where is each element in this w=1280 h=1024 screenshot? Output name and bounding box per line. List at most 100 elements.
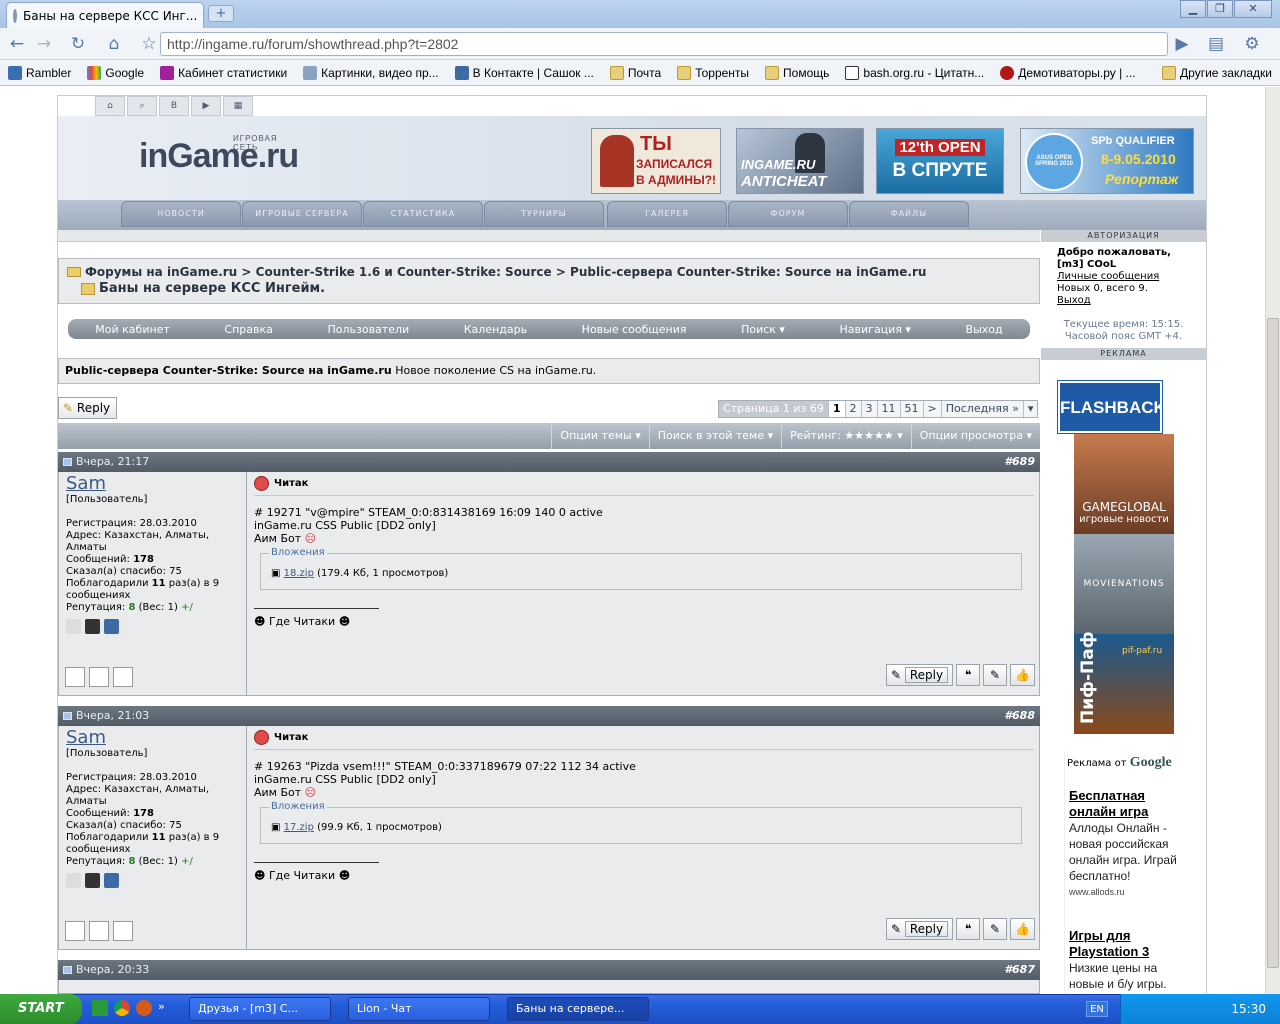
bookmark-google[interactable]: Google (79, 65, 152, 80)
rating-menu[interactable]: Рейтинг: ★★★★★ ▾ (781, 423, 911, 449)
bookmark-demotivators[interactable]: Демотиваторы.ру | ... (992, 65, 1143, 80)
reply-button[interactable]: ✎ Reply (58, 397, 117, 419)
banner-12th-open[interactable]: 12'th OPEN В СПРУТЕ (876, 128, 1004, 194)
report-icon[interactable] (89, 667, 109, 687)
edit-button[interactable]: ✎ (983, 918, 1008, 940)
bookmark-vkontakte[interactable]: В Контакте | Сашок ... (447, 65, 602, 80)
username[interactable]: Sam (66, 729, 239, 747)
star-icon[interactable]: ☆ (137, 33, 161, 55)
flag-icon[interactable] (113, 667, 133, 687)
current-user[interactable]: [m3] COoL (1057, 259, 1190, 271)
post-reply-button[interactable]: ✎ Reply (885, 664, 954, 686)
xfire-icon[interactable] (66, 619, 81, 634)
bookmark-help[interactable]: Помощь (757, 65, 837, 80)
nav-game-servers[interactable]: ИГРОВЫЕ СЕРВЕРА (242, 201, 362, 227)
menu-new-posts[interactable]: Новые сообщения (582, 323, 687, 336)
page-jump-icon[interactable]: ▾ (1022, 401, 1038, 417)
page-menu-icon[interactable]: ▤ (1204, 33, 1228, 55)
bookmark-rambler[interactable]: Rambler (0, 65, 79, 80)
bookmark-stats[interactable]: Кабинет статистики (152, 65, 295, 80)
page-2[interactable]: 2 (844, 401, 861, 417)
flag-icon[interactable] (113, 921, 133, 941)
banner-anticheat[interactable]: INGAME.RU ANTICHEAT (736, 128, 864, 194)
minimize-button[interactable]: ▁ (1180, 0, 1206, 18)
reload-icon[interactable]: ↻ (66, 33, 90, 55)
view-options-menu[interactable]: Опции просмотра ▾ (910, 423, 1040, 449)
network-icon[interactable] (65, 921, 85, 941)
page-last[interactable]: Последняя » (940, 401, 1023, 417)
pm-link[interactable]: Личные сообщения (1057, 271, 1190, 283)
logout-link[interactable]: Выход (1057, 295, 1190, 307)
language-indicator[interactable]: EN (1086, 1001, 1108, 1017)
nav-files[interactable]: ФАЙЛЫ (849, 201, 969, 227)
edit-button[interactable]: ✎ (983, 664, 1008, 686)
banner-admins[interactable]: ТЫ ЗАПИСАЛСЯ В АДМИНЫ?! (591, 128, 721, 194)
go-icon[interactable]: ▶ (1170, 33, 1194, 55)
flashback-ad[interactable]: FLASHBACK (1057, 380, 1166, 434)
home-icon[interactable]: ⌂ (102, 33, 126, 55)
breadcrumb-path[interactable]: Форумы на inGame.ru > Counter-Strike 1.6… (85, 265, 926, 279)
thread-options-menu[interactable]: Опции темы ▾ (551, 423, 648, 449)
report-icon[interactable] (89, 921, 109, 941)
thanks-button[interactable]: 👍 (1010, 664, 1035, 686)
pifpaf-ad[interactable]: Пиф-Паф pif-paf.ru (1074, 631, 1174, 734)
steam-icon[interactable] (85, 619, 100, 634)
vkontakte-icon[interactable] (104, 873, 119, 888)
task-lion-chat[interactable]: Lion - Чат (348, 997, 490, 1021)
bookmark-images[interactable]: Картинки, видео пр... (295, 65, 446, 80)
firefox-icon[interactable] (136, 1000, 152, 1016)
post-number[interactable]: #687 (1004, 960, 1035, 980)
reputation-icon[interactable]: +/ (181, 856, 193, 867)
attachment-link[interactable]: 18.zip (284, 568, 314, 579)
wrench-icon[interactable]: ⚙ (1240, 33, 1264, 55)
multiquote-button[interactable]: ❝ (956, 918, 981, 940)
chrome-icon[interactable] (114, 1000, 130, 1016)
bookmark-bash[interactable]: bash.org.ru - Цитатн... (837, 65, 992, 80)
movienations-ad[interactable]: MOVIENATIONS (1074, 534, 1174, 634)
menu-navigation[interactable]: Навигация ▾ (840, 323, 911, 336)
search-icon[interactable]: ⌕ (127, 96, 157, 116)
vkontakte-icon[interactable] (104, 619, 119, 634)
bookmark-torrents[interactable]: Торренты (669, 65, 757, 80)
bookmark-mail[interactable]: Почта (602, 65, 669, 80)
maximize-button[interactable]: ❐ (1207, 0, 1233, 18)
forward-icon[interactable]: → (32, 33, 56, 55)
post-number[interactable]: #688 (1004, 706, 1035, 726)
attachment-link[interactable]: 17.zip (284, 822, 314, 833)
page-51[interactable]: 51 (899, 401, 923, 417)
scrollbar-thumb[interactable] (1267, 318, 1279, 968)
chevron-right-icon[interactable]: » (158, 1000, 165, 1018)
nav-news[interactable]: НОВОСТИ (121, 201, 241, 227)
nav-statistics[interactable]: СТАТИСТИКА (363, 201, 483, 227)
steam-icon[interactable] (85, 873, 100, 888)
multiquote-button[interactable]: ❝ (956, 664, 981, 686)
post-number[interactable]: #689 (1004, 452, 1035, 472)
bookmark-other[interactable]: Другие закладки (1154, 65, 1280, 80)
start-button[interactable]: START (0, 994, 82, 1024)
address-bar[interactable]: http://ingame.ru/forum/showthread.php?t=… (160, 32, 1168, 56)
youtube-icon[interactable]: ▶ (191, 96, 221, 116)
menu-logout[interactable]: Выход (966, 323, 1003, 336)
nav-tournaments[interactable]: ТУРНИРЫ (484, 201, 604, 227)
username[interactable]: Sam (66, 475, 239, 493)
new-tab-button[interactable]: + (208, 5, 234, 22)
search-thread-menu[interactable]: Поиск в этой теме ▾ (648, 423, 781, 449)
thanks-button[interactable]: 👍 (1010, 918, 1035, 940)
browser-tab[interactable]: Баны на сервере КСС Инг... ✕ (6, 2, 204, 28)
menu-users[interactable]: Пользователи (327, 323, 409, 336)
forum-name[interactable]: Public-сервера Counter-Strike: Source на… (65, 364, 392, 377)
page-3[interactable]: 3 (860, 401, 877, 417)
vkontakte-icon[interactable]: B (159, 96, 189, 116)
menu-help[interactable]: Справка (224, 323, 272, 336)
network-icon[interactable] (65, 667, 85, 687)
ad-ps3[interactable]: Игры для Playstation 3 Низкие цены на но… (1069, 928, 1189, 992)
task-friends[interactable]: Друзья - [m3] C... (189, 997, 331, 1021)
close-tab-icon[interactable]: ✕ (203, 9, 204, 22)
grid-icon[interactable]: ▦ (223, 96, 253, 116)
site-logo[interactable]: inGame.ru ИГРОВАЯ СЕТЬ (139, 134, 299, 176)
menu-calendar[interactable]: Календарь (464, 323, 527, 336)
gameglobal-ad[interactable]: GAMEGLOBAL игровые новости (1074, 434, 1174, 534)
nav-forum[interactable]: ФОРУМ (728, 201, 848, 227)
post-reply-button[interactable]: ✎ Reply (885, 918, 954, 940)
reputation-icon[interactable]: +/ (181, 602, 193, 613)
